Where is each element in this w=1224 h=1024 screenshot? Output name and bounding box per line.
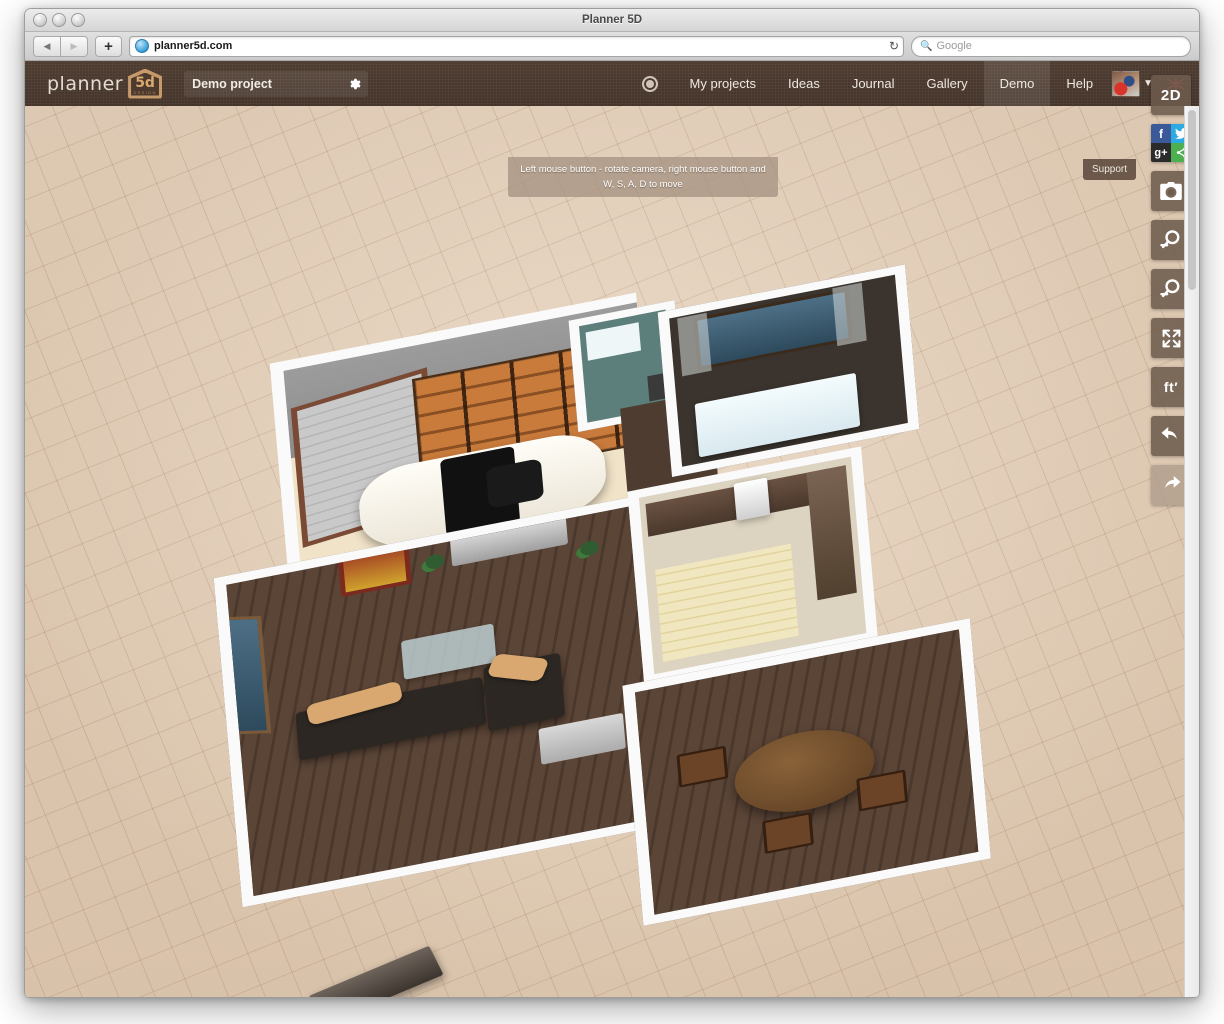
- address-bar[interactable]: planner5d.com ↻: [129, 36, 904, 57]
- forward-button[interactable]: ▶: [61, 36, 88, 57]
- nav-ideas[interactable]: Ideas: [772, 61, 836, 106]
- maximize-window-button[interactable]: [71, 13, 85, 27]
- logo-wordmark: planner: [47, 73, 123, 95]
- room-master-bedroom[interactable]: [658, 264, 920, 477]
- globe-icon: [135, 39, 149, 53]
- camera-icon: [1160, 182, 1182, 200]
- bedroom-window: [693, 288, 853, 370]
- expand-arrows-icon: [1161, 328, 1182, 349]
- window-controls[interactable]: [33, 13, 85, 27]
- bed: [695, 373, 861, 458]
- reload-icon[interactable]: ↻: [889, 39, 899, 53]
- browser-toolbar: ◀ ▶ + planner5d.com ↻ 🔍 Google: [25, 32, 1199, 61]
- curtain-right: [832, 283, 867, 347]
- url-text: planner5d.com: [154, 40, 232, 52]
- redo-icon: [1160, 474, 1182, 496]
- window-title: Planner 5D: [25, 9, 1199, 31]
- search-icon: 🔍: [920, 41, 932, 52]
- logo-badge-text: 5d: [135, 75, 155, 91]
- browser-titlebar: Planner 5D: [25, 9, 1199, 32]
- project-name-text: Demo project: [192, 77, 272, 91]
- nav-my-projects[interactable]: My projects: [674, 61, 772, 106]
- googleplus-icon[interactable]: g+: [1151, 143, 1171, 162]
- record-dot-icon: [642, 76, 658, 92]
- search-placeholder: Google: [936, 40, 971, 52]
- gear-icon[interactable]: [347, 77, 361, 91]
- undo-icon: [1160, 425, 1182, 447]
- nav-record-button[interactable]: [626, 61, 674, 106]
- nav-help[interactable]: Help: [1050, 61, 1109, 106]
- units-label: ft′: [1164, 379, 1178, 395]
- vertical-scrollbar[interactable]: [1184, 106, 1199, 998]
- camera-hint-tooltip: Left mouse button - rotate camera, right…: [508, 157, 778, 197]
- minimize-window-button[interactable]: [52, 13, 66, 27]
- avatar[interactable]: [1112, 71, 1140, 97]
- kitchen-rug: [655, 544, 799, 662]
- facebook-icon[interactable]: f: [1151, 124, 1171, 143]
- project-name-field[interactable]: Demo project: [184, 71, 368, 97]
- nav-journal[interactable]: Journal: [836, 61, 911, 106]
- nav-demo[interactable]: Demo: [984, 61, 1051, 106]
- view-2d-label: 2D: [1161, 87, 1181, 104]
- nav-buttons[interactable]: ◀ ▶: [33, 36, 88, 57]
- nav-gallery[interactable]: Gallery: [910, 61, 983, 106]
- close-window-button[interactable]: [33, 13, 47, 27]
- bathtub: [586, 322, 641, 360]
- zoom-out-icon: [1160, 278, 1182, 300]
- curtain-left: [677, 313, 712, 377]
- new-tab-button[interactable]: +: [95, 36, 122, 57]
- zoom-in-icon: [1160, 229, 1182, 251]
- logo-badge: 5d DESIGN: [128, 69, 162, 99]
- app-logo[interactable]: planner 5d DESIGN: [47, 69, 162, 99]
- search-input[interactable]: 🔍 Google: [911, 36, 1191, 57]
- app-header: planner 5d DESIGN Demo project: [25, 61, 1199, 106]
- browser-window: Planner 5D ◀ ▶ + planner5d.com ↻ 🔍 Googl…: [24, 8, 1200, 998]
- range-hood: [734, 477, 771, 521]
- logo-badge-subtext: DESIGN: [134, 90, 157, 95]
- support-button[interactable]: Support: [1083, 159, 1136, 180]
- kitchen-counter-side: [806, 465, 856, 600]
- account-menu[interactable]: ▼: [1109, 61, 1155, 106]
- back-button[interactable]: ◀: [33, 36, 61, 57]
- floorplan-3d-viewport[interactable]: [25, 106, 1199, 998]
- room-living[interactable]: [214, 493, 679, 907]
- main-navigation[interactable]: My projects Ideas Journal Gallery Demo H…: [626, 61, 1199, 106]
- scrollbar-thumb[interactable]: [1188, 110, 1196, 290]
- planner5d-app: planner 5d DESIGN Demo project: [25, 61, 1199, 998]
